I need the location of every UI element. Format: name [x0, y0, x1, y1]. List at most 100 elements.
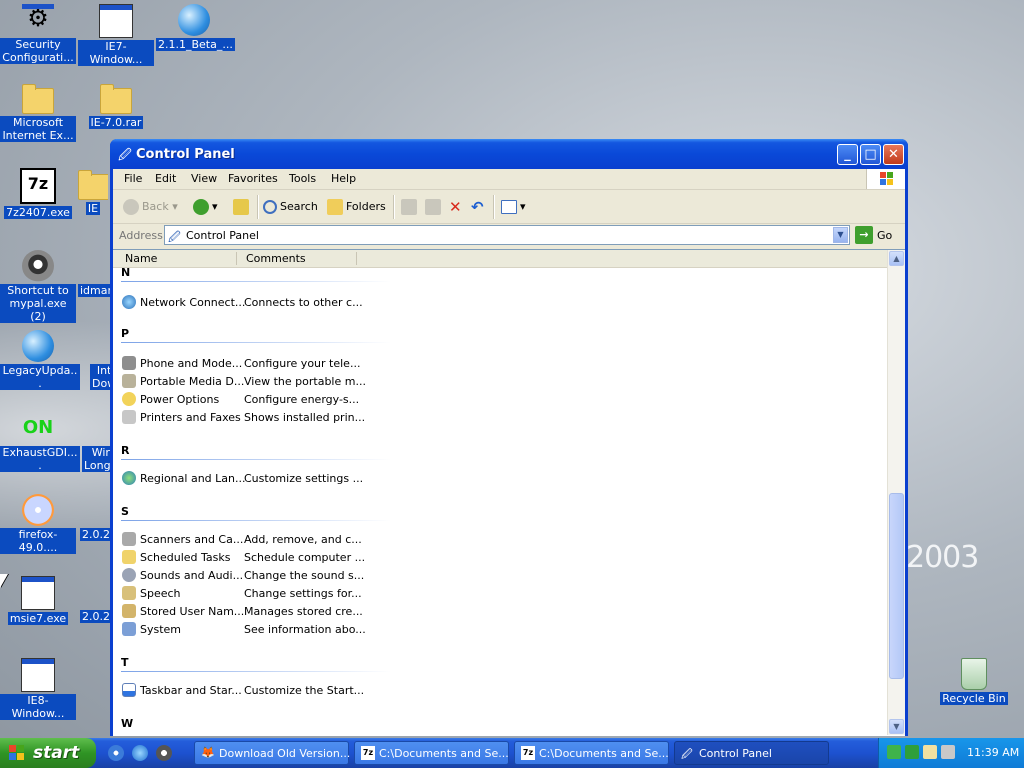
folders-button[interactable]: Folders: [327, 197, 386, 217]
list-item-scanners-and-cameras[interactable]: Scanners and Ca... Add, remove, and c...: [113, 531, 513, 549]
list-item-stored-user-names[interactable]: Stored User Nam... Manages stored cre...: [113, 603, 513, 621]
copy-to-button[interactable]: [425, 197, 444, 217]
views-button[interactable]: ▾: [501, 197, 526, 217]
up-folder-button[interactable]: [233, 197, 252, 217]
desktop-icon-msie7[interactable]: msie7.exe: [0, 576, 76, 625]
desktop-icon-202-partial[interactable]: 2.0.2: [80, 494, 110, 541]
taskbar-item-control-panel[interactable]: 🖉 Control Panel: [674, 741, 829, 765]
forward-button[interactable]: ▾: [193, 197, 218, 217]
quicklaunch-mypal-icon[interactable]: [156, 745, 172, 761]
list-item-taskbar-and-start-menu[interactable]: Taskbar and Star... Customize the Start.…: [113, 682, 513, 700]
speech-icon: [122, 586, 136, 600]
list-item-portable-media-devices[interactable]: Portable Media D... View the portable m.…: [113, 373, 513, 391]
quicklaunch-internet-explorer-icon[interactable]: [132, 745, 148, 761]
menu-tools[interactable]: Tools: [289, 172, 316, 185]
go-button[interactable]: → Go: [855, 226, 892, 245]
group-header-n: N: [121, 266, 131, 279]
window-title: Control Panel: [136, 147, 235, 162]
desktop-icon-wir-longh-partial[interactable]: Wir Longh: [82, 412, 110, 472]
tray-volume-icon[interactable]: [941, 745, 955, 759]
control-panel-window: 🖉 Control Panel _ □ ✕ File Edit View Fav…: [110, 139, 908, 736]
start-button[interactable]: start: [0, 738, 96, 768]
installer-icon: [80, 576, 110, 608]
column-divider[interactable]: [236, 252, 237, 265]
menu-favorites[interactable]: Favorites: [228, 172, 278, 185]
taskbar-item-documents-7zip-1[interactable]: 7z C:\Documents and Se...: [354, 741, 509, 765]
desktop-icon-ie8-windows[interactable]: IE8-Window...: [0, 658, 76, 720]
tray-network-icon[interactable]: [887, 745, 901, 759]
list-item-regional-and-language[interactable]: Regional and Lan... Customize settings .…: [113, 470, 513, 488]
windows-flag-icon: [9, 745, 27, 761]
power-options-icon: [122, 392, 136, 406]
undo-button[interactable]: ↶: [471, 197, 484, 217]
desktop-icon-beta-installer[interactable]: 2.1.1_Beta_...: [156, 4, 235, 51]
list-item-network-connections[interactable]: Network Connect... Connects to other c..…: [113, 294, 513, 312]
list-item-sounds-and-audio[interactable]: Sounds and Audi... Change the sound s...: [113, 567, 513, 585]
desktop-icon-recycle-bin[interactable]: Recycle Bin: [936, 658, 1012, 705]
control-panel-icon: 🖉: [681, 748, 693, 761]
desktop-icon-idman-partial[interactable]: idman: [78, 250, 110, 297]
maximize-button[interactable]: □: [860, 144, 881, 165]
desktop-icon-202b-partial[interactable]: 2.0.2: [80, 576, 110, 623]
desktop-icon-mypal-shortcut[interactable]: Shortcut to mypal.exe (2): [0, 250, 76, 323]
speaker-icon: [122, 568, 136, 582]
menu-help[interactable]: Help: [331, 172, 356, 185]
tray-app-icon[interactable]: [923, 745, 937, 759]
7zip-icon: 7z: [361, 746, 375, 760]
group-divider: [121, 671, 391, 672]
views-grid-icon: [501, 200, 517, 214]
window-titlebar[interactable]: 🖉 Control Panel _ □ ✕: [110, 139, 908, 169]
taskbar-item-download-old-version[interactable]: 🦊 Download Old Version...: [194, 741, 350, 765]
close-button[interactable]: ✕: [883, 144, 904, 165]
menu-file[interactable]: File: [124, 172, 142, 185]
delete-button[interactable]: ✕: [449, 197, 462, 217]
installer-globe-icon: [178, 4, 210, 36]
control-panel-icon: 🖉: [168, 230, 181, 244]
minimize-button[interactable]: _: [837, 144, 858, 165]
delete-x-icon: ✕: [449, 198, 462, 216]
system-icon: [122, 622, 136, 636]
list-item-power-options[interactable]: Power Options Configure energy-s...: [113, 391, 513, 409]
move-to-button[interactable]: [401, 197, 420, 217]
tray-network-icon-2[interactable]: [905, 745, 919, 759]
list-item-speech[interactable]: Speech Change settings for...: [113, 585, 513, 603]
column-divider[interactable]: [356, 252, 357, 265]
folder-icon: [22, 84, 54, 114]
desktop-icon-int-dow-partial[interactable]: Int Dow: [90, 330, 110, 390]
column-comments[interactable]: Comments: [246, 252, 306, 265]
list-item-printers-and-faxes[interactable]: Printers and Faxes Shows installed prin.…: [113, 409, 513, 427]
list-item-system[interactable]: System See information abo...: [113, 621, 513, 639]
desktop-icon-legacyupdate[interactable]: LegacyUpda...: [0, 330, 80, 390]
desktop-icon-ie-7-rar[interactable]: IE-7.0.rar: [78, 82, 154, 129]
desktop-icon-security-configuration[interactable]: ⚙ Security Configurati...: [0, 4, 76, 64]
desktop-icon-exhaustgdi[interactable]: ON ExhaustGDI....: [0, 412, 80, 472]
desktop-icon-ie7-windows[interactable]: IE7-Window...: [78, 4, 154, 66]
7zip-icon: 7z: [20, 168, 56, 204]
quicklaunch-explorer-icon[interactable]: [108, 745, 124, 761]
toolbar-separator: [257, 195, 259, 219]
menu-edit[interactable]: Edit: [155, 172, 176, 185]
menu-view[interactable]: View: [191, 172, 217, 185]
scroll-thumb[interactable]: [889, 493, 904, 679]
desktop-icon-7z2407[interactable]: 7z 7z2407.exe: [0, 168, 76, 219]
list-item-scheduled-tasks[interactable]: Scheduled Tasks Schedule computer ...: [113, 549, 513, 567]
mypal-icon: [22, 250, 54, 282]
group-header-w: W: [121, 717, 134, 730]
address-dropdown-button[interactable]: ▼: [833, 227, 848, 243]
globe-icon: [122, 471, 136, 485]
scroll-down-button[interactable]: ▼: [889, 719, 904, 734]
desktop-icon-ie-partial[interactable]: IE: [78, 168, 108, 215]
back-button[interactable]: Back ▾: [123, 197, 178, 217]
clock[interactable]: 11:39 AM: [967, 746, 1019, 759]
list-item-phone-and-modem[interactable]: Phone and Mode... Configure your tele...: [113, 355, 513, 373]
taskbar-item-documents-7zip-2[interactable]: 7z C:\Documents and Se...: [514, 741, 669, 765]
installer-icon: [80, 494, 110, 526]
group-divider: [121, 459, 391, 460]
desktop-icon-firefox-installer[interactable]: firefox-49.0....: [0, 494, 76, 554]
scroll-up-button[interactable]: ▲: [889, 251, 904, 266]
search-button[interactable]: Search: [263, 197, 318, 217]
desktop-icon-microsoft-internet-explorer[interactable]: Microsoft Internet Ex...: [0, 82, 76, 142]
column-name[interactable]: Name: [125, 252, 157, 265]
vertical-scrollbar[interactable]: ▲ ▼: [887, 250, 905, 735]
address-input[interactable]: 🖉 Control Panel ▼: [164, 225, 850, 245]
